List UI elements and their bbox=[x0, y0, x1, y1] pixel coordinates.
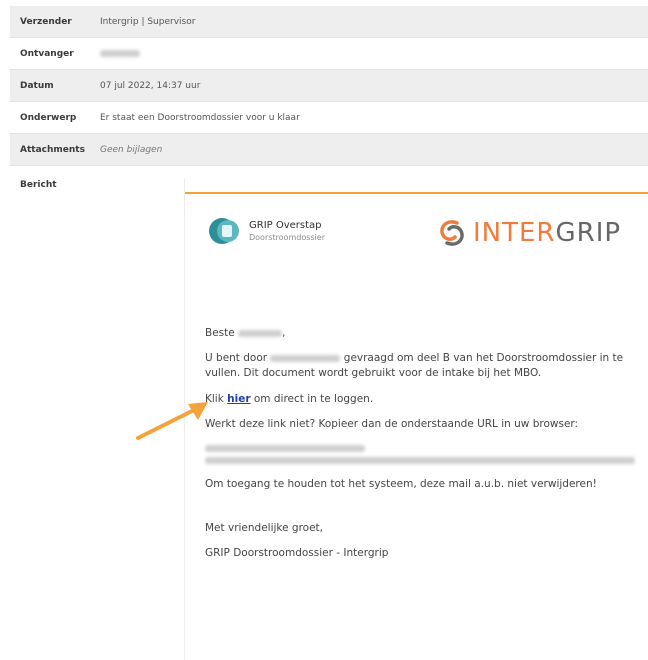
intergrip-logo: INTERGRIP bbox=[435, 216, 621, 250]
subject-row: Onderwerp Er staat een Doorstroomdossier… bbox=[10, 102, 648, 134]
redacted-requester bbox=[270, 354, 341, 362]
intergrip-wordmark-inter: INTER bbox=[473, 218, 556, 248]
grip-overstap-logo: GRIP Overstap Doorstroomdossier bbox=[209, 218, 329, 252]
subject-value: Er staat een Doorstroomdossier voor u kl… bbox=[100, 112, 300, 123]
grip-document-icon bbox=[222, 225, 232, 237]
signature-line: GRIP Doorstroomdossier - Intergrip bbox=[205, 546, 389, 559]
accent-divider bbox=[185, 192, 648, 194]
intergrip-wordmark: INTERGRIP bbox=[473, 218, 621, 248]
attachments-value: Geen bijlagen bbox=[100, 144, 163, 155]
greeting-text: Beste bbox=[205, 327, 235, 339]
date-value: 07 jul 2022, 14:37 uur bbox=[100, 80, 201, 91]
request-text-start: U bent door bbox=[205, 352, 268, 365]
annotation-arrow-icon bbox=[136, 402, 208, 440]
sender-row: Verzender Intergrip | Supervisor bbox=[10, 6, 648, 38]
message-label: Bericht bbox=[20, 180, 57, 190]
redacted-url[interactable] bbox=[205, 442, 645, 467]
intergrip-swirl-icon bbox=[440, 220, 464, 246]
subject-label: Onderwerp bbox=[20, 112, 77, 123]
keep-mail-notice: Om toegang te houden tot het systeem, de… bbox=[205, 478, 597, 491]
intergrip-wordmark-grip: GRIP bbox=[555, 218, 622, 248]
fallback-instruction: Werkt deze link niet? Kopieer dan de ond… bbox=[205, 417, 579, 430]
redacted-name bbox=[238, 329, 283, 337]
sender-label: Verzender bbox=[20, 16, 72, 27]
login-suffix: om direct in te loggen. bbox=[253, 392, 374, 405]
date-label: Datum bbox=[20, 80, 54, 91]
date-row: Datum 07 jul 2022, 14:37 uur bbox=[10, 70, 648, 102]
login-line: Klik hier om direct in te loggen. bbox=[205, 392, 645, 407]
recipient-row: Ontvanger bbox=[10, 38, 648, 70]
attachments-label: Attachments bbox=[20, 144, 85, 155]
recipient-label: Ontvanger bbox=[20, 48, 74, 59]
attachments-row: Attachments Geen bijlagen bbox=[10, 134, 648, 166]
mail-content: GRIP Overstap Doorstroomdossier INTERGRI… bbox=[184, 178, 648, 660]
request-text-end: gevraagd om deel B van het Doorstroomdos… bbox=[205, 352, 624, 380]
login-link[interactable]: hier bbox=[227, 393, 250, 405]
request-paragraph: U bent door gevraagd om deel B van het D… bbox=[205, 351, 645, 381]
recipient-value bbox=[100, 49, 140, 59]
greeting-line: Beste , bbox=[205, 327, 286, 339]
grip-subtitle: Doorstroomdossier bbox=[249, 233, 325, 242]
grip-title: GRIP Overstap bbox=[249, 220, 322, 231]
regards-line: Met vriendelijke groet, bbox=[205, 521, 324, 534]
mail-body: Beste , U bent door gevraagd om deel B v… bbox=[205, 326, 645, 561]
sender-value: Intergrip | Supervisor bbox=[100, 16, 196, 27]
